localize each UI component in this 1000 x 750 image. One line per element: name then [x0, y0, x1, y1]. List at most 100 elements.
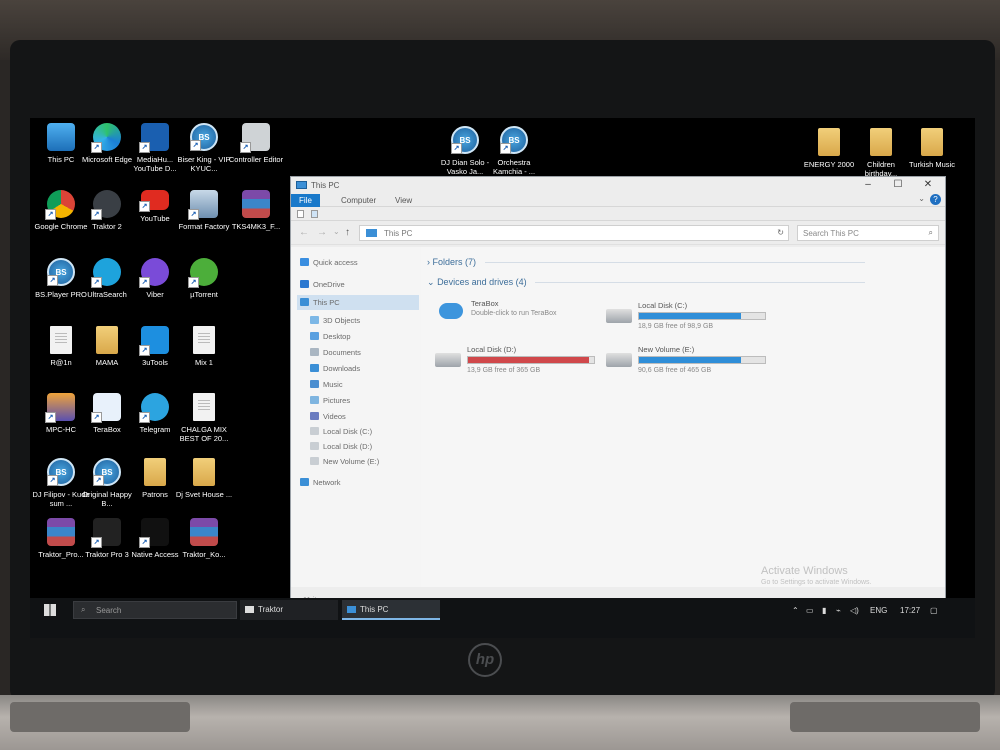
desktop-icon[interactable]: CHALGA MIX BEST OF 20... — [175, 393, 233, 443]
drive-name: Local Disk (D:) — [467, 345, 517, 354]
desktop-icon-label: Format Factory — [178, 222, 230, 231]
desktop-icon[interactable]: Format Factory — [175, 190, 233, 231]
documents-icon — [310, 348, 319, 356]
refresh-icon[interactable]: ↻ — [777, 228, 784, 237]
taskbar-app-label: Traktor — [258, 605, 284, 614]
drive-free-space: 18,9 GB free of 98,9 GB — [638, 323, 714, 330]
desktop-icon[interactable]: Mix 1 — [175, 326, 233, 367]
this-pc-icon — [47, 123, 75, 151]
clock[interactable]: 17:27 — [900, 606, 920, 615]
navigation-pane: Quick access OneDrive This PC 3D Objects Des… — [291, 247, 421, 587]
address-bar[interactable]: This PC ↻ — [359, 225, 789, 241]
drive-free-space: 13,9 GB free of 365 GB — [467, 367, 541, 374]
battery-icon[interactable]: ▮ — [822, 606, 826, 615]
desktop-icon[interactable]: ENERGY 2000 — [800, 128, 858, 169]
close-button[interactable]: ✕ — [913, 179, 943, 193]
desktop-icon-label: Biser King - VIP KYUC... — [177, 155, 231, 173]
device-icon[interactable]: ▭ — [806, 606, 814, 615]
document-icon — [193, 326, 215, 354]
forward-icon[interactable]: → — [317, 227, 327, 238]
desktop-icon-label: µTorrent — [190, 290, 218, 299]
windows-drive-icon — [606, 309, 632, 323]
tab-computer[interactable]: Computer — [333, 194, 384, 207]
taskbar-search[interactable]: ⌕ Search — [73, 601, 237, 619]
nav-item-label: New Volume (E:) — [323, 457, 380, 466]
start-icon[interactable] — [44, 604, 56, 616]
group-folders[interactable]: › Folders (7) — [427, 257, 865, 267]
back-icon[interactable]: ← — [299, 227, 309, 238]
activate-title: Activate Windows — [761, 565, 848, 577]
taskbar-app-this-pc[interactable]: This PC — [342, 600, 440, 620]
nav-item-label: Local Disk (C:) — [323, 427, 373, 436]
desktop-icon[interactable]: TKS4MK3_F... — [227, 190, 285, 231]
nav-item[interactable]: Pictures — [297, 393, 419, 408]
nav-item[interactable]: Network — [297, 475, 419, 490]
up-icon[interactable]: ↑ — [345, 227, 350, 238]
drive-item[interactable]: New Volume (E:) 90,6 GB free of 465 GB — [606, 345, 776, 379]
desktop-icon[interactable]: Children birthday... — [852, 128, 910, 178]
chevron-down-icon[interactable]: ⌄ — [918, 194, 925, 203]
new-folder-icon[interactable] — [311, 210, 318, 218]
pictures-icon — [310, 396, 319, 404]
group-devices[interactable]: ⌄ Devices and drives (4) — [427, 277, 866, 288]
downloads-icon — [310, 364, 319, 372]
desktop-icon[interactable]: BS Biser King - VIP KYUC... — [175, 123, 233, 173]
network-icon[interactable]: ⌁ — [836, 606, 841, 615]
drive-item[interactable]: Local Disk (C:) 18,9 GB free of 98,9 GB — [606, 301, 776, 335]
folder-icon — [921, 128, 943, 156]
nav-item[interactable]: This PC — [297, 295, 419, 310]
desktop-icon[interactable]: µTorrent — [175, 258, 233, 299]
bsplayer-icon: BS — [500, 126, 528, 154]
desktop-icon[interactable]: BS Orchestra Kamchia - ... — [485, 126, 543, 176]
ribbon-tabs: File Computer View ⌄ ? — [291, 193, 945, 207]
desktop-icon[interactable]: Dj Svet House ... — [175, 458, 233, 499]
nav-item[interactable]: Local Disk (D:) — [297, 439, 419, 454]
nav-item[interactable]: Videos — [297, 409, 419, 424]
search-placeholder: Search This PC — [803, 229, 859, 238]
nav-item-label: Local Disk (D:) — [323, 442, 373, 451]
desktop-icon[interactable]: Turkish Music — [903, 128, 961, 169]
search-input[interactable]: Search This PC ⌕ — [797, 225, 939, 241]
mediahuman-icon — [139, 123, 169, 153]
drive-usage-bar — [467, 356, 595, 364]
nav-item[interactable]: Desktop — [297, 329, 419, 344]
properties-icon[interactable] — [297, 210, 304, 218]
volume-icon[interactable]: ◁) — [850, 606, 859, 615]
group-devices-label: Devices and drives (4) — [437, 277, 527, 287]
drive-item[interactable]: Local Disk (D:) 13,9 GB free of 365 GB — [435, 345, 605, 379]
divider — [535, 282, 866, 284]
nav-item[interactable]: Music — [297, 377, 419, 392]
bsplayer-icon: BS — [190, 123, 218, 151]
chevron-right-icon: › — [427, 257, 430, 267]
nav-item[interactable]: New Volume (E:) — [297, 454, 419, 469]
chevron-down-icon: ⌄ — [427, 277, 435, 287]
nav-item[interactable]: Downloads — [297, 361, 419, 376]
nav-item[interactable]: OneDrive — [297, 277, 419, 292]
ultrasearch-icon — [91, 258, 121, 288]
winrar-icon — [190, 518, 218, 546]
maximize-button[interactable]: ☐ — [883, 179, 913, 193]
desktop-icon-label: Traktor 2 — [92, 222, 122, 231]
recent-chevron-icon[interactable]: ⌄ — [333, 227, 340, 236]
nav-item[interactable]: Local Disk (C:) — [297, 424, 419, 439]
music-icon — [310, 380, 319, 388]
taskbar-app-traktor[interactable]: Traktor — [240, 600, 338, 620]
minimize-button[interactable]: – — [853, 179, 883, 193]
terabox-item[interactable]: TeraBox Double-click to run TeraBox — [439, 299, 609, 333]
edge-icon — [91, 123, 121, 153]
desktop-icon[interactable]: Controller Editor — [227, 123, 285, 164]
nav-item[interactable]: Documents — [297, 345, 419, 360]
mpc-hc-icon — [45, 393, 75, 423]
language-indicator[interactable]: ENG — [870, 606, 887, 615]
drive-usage-bar — [638, 356, 766, 364]
notification-icon[interactable]: ▢ — [930, 606, 938, 615]
nav-item[interactable]: 3D Objects — [297, 313, 419, 328]
tab-file[interactable]: File — [291, 194, 320, 207]
onedrive-icon — [300, 280, 309, 288]
nav-item[interactable]: Quick access — [297, 255, 419, 270]
chevron-up-icon[interactable]: ⌃ — [792, 606, 799, 615]
desktop-icon[interactable]: Traktor_Ko... — [175, 518, 233, 559]
title-bar[interactable]: This PC – ☐ ✕ — [291, 177, 945, 193]
help-icon[interactable]: ? — [930, 194, 941, 205]
tab-view[interactable]: View — [387, 194, 420, 207]
